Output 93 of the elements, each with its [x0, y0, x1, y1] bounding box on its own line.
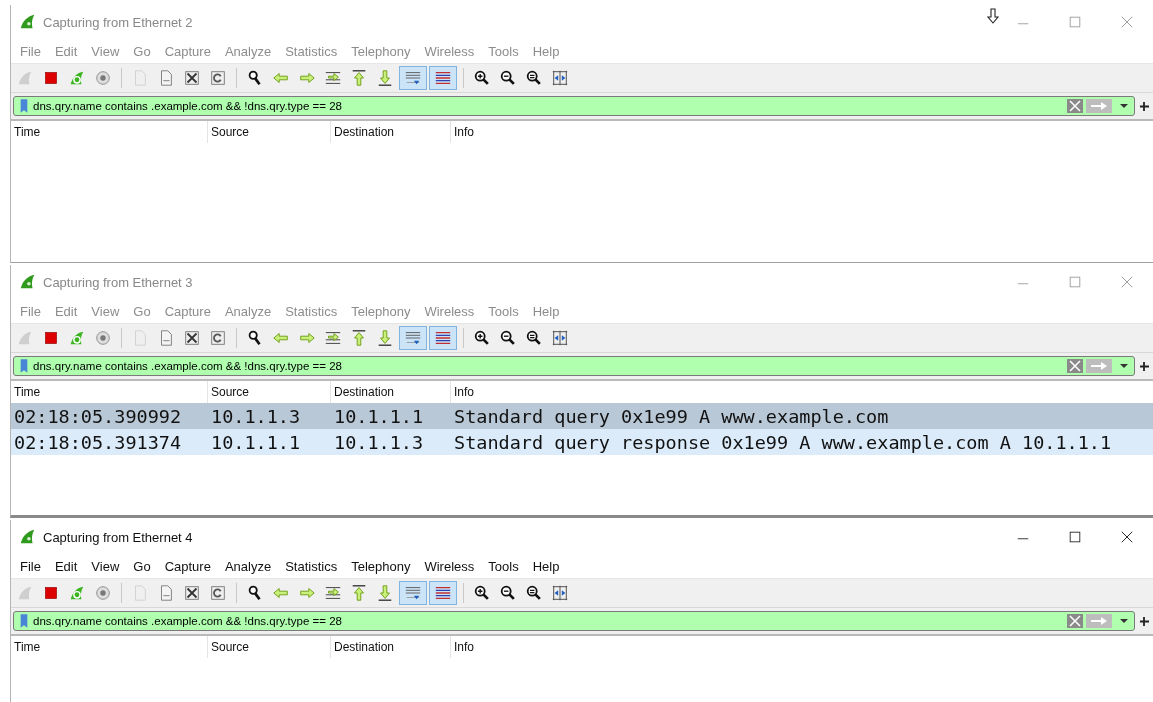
- window-title: Capturing from Ethernet 2: [43, 14, 193, 30]
- down-arrow-icon[interactable]: [376, 584, 394, 602]
- maximize-icon[interactable]: [1068, 530, 1082, 544]
- filter-text: dns.qry.name contains .example.com && !dns.qry.type == 28: [33, 100, 342, 112]
- filter-field[interactable]: dns.qry.name contains .example.com && !dns.qry.type == 28: [13, 611, 1135, 631]
- restart-icon[interactable]: [68, 69, 86, 87]
- resize-columns-icon[interactable]: [551, 69, 569, 87]
- clear-icon[interactable]: [1067, 614, 1083, 628]
- close-document-icon[interactable]: [183, 69, 201, 87]
- autoscroll-icon[interactable]: [404, 69, 422, 87]
- menu-item[interactable]: Wireless: [417, 558, 482, 574]
- menu-item[interactable]: Go: [126, 558, 158, 574]
- zoom-out-icon[interactable]: [499, 584, 517, 602]
- zoom-out-icon[interactable]: [499, 69, 517, 87]
- reload-document-icon[interactable]: [209, 584, 227, 602]
- resize-columns-icon[interactable]: [551, 329, 569, 347]
- column-header[interactable]: Source: [208, 636, 331, 658]
- filter-text: dns.qry.name contains .example.com && !dns.qry.type == 28: [33, 360, 342, 372]
- down-arrow-icon[interactable]: [376, 329, 394, 347]
- table-cell-text: 10.1.1.3: [210, 405, 302, 427]
- window-title: Capturing from Ethernet 3: [43, 274, 193, 290]
- autoscroll-icon[interactable]: [404, 329, 422, 347]
- bookmark-icon: [19, 98, 29, 114]
- restart-icon[interactable]: [68, 584, 86, 602]
- zoom-out-icon[interactable]: [499, 329, 517, 347]
- stop-icon[interactable]: [42, 329, 60, 347]
- up-arrow-icon[interactable]: [350, 69, 368, 87]
- colorize-icon[interactable]: [434, 329, 452, 347]
- menu-item[interactable]: Edit: [47, 558, 85, 574]
- shark-fin-icon: [19, 13, 37, 31]
- gear-icon[interactable]: [94, 69, 112, 87]
- reload-document-icon[interactable]: [209, 329, 227, 347]
- bookmark-icon: [19, 613, 29, 629]
- search-icon[interactable]: [246, 69, 264, 87]
- plus-icon[interactable]: [1140, 616, 1149, 626]
- filter-text: dns.qry.name contains .example.com && !dns.qry.type == 28: [33, 615, 342, 627]
- stop-icon[interactable]: [42, 69, 60, 87]
- stop-icon[interactable]: [42, 584, 60, 602]
- up-arrow-icon[interactable]: [350, 329, 368, 347]
- shark-fin-icon: [19, 528, 37, 546]
- down-arrow-icon[interactable]: [376, 69, 394, 87]
- zoom-in-icon[interactable]: [473, 584, 491, 602]
- jump-icon[interactable]: [324, 329, 342, 347]
- toggle-button[interactable]: [429, 581, 457, 605]
- dropdown-caret-icon[interactable]: [1120, 619, 1128, 623]
- window-title: Capturing from Ethernet 4: [43, 529, 193, 545]
- table-cell-text: 02:18:05.391374: [13, 431, 183, 453]
- search-icon[interactable]: [246, 584, 264, 602]
- table-cell-text: Standard query 0x1e99 A www.example.com: [453, 405, 890, 427]
- reload-document-icon[interactable]: [209, 69, 227, 87]
- zoom-reset-icon[interactable]: [525, 329, 543, 347]
- dropdown-caret-icon[interactable]: [1120, 364, 1128, 368]
- zoom-reset-icon[interactable]: [525, 69, 543, 87]
- table-cell-text: Standard query response 0x1e99 A www.example.com A 10.1.1.1: [453, 431, 1113, 453]
- toggle-button[interactable]: [399, 581, 427, 605]
- menu-item[interactable]: View: [84, 558, 127, 574]
- menu-item[interactable]: Telephony: [344, 558, 418, 574]
- menu-item[interactable]: Capture: [157, 558, 218, 574]
- colorize-icon[interactable]: [434, 584, 452, 602]
- gear-icon[interactable]: [94, 329, 112, 347]
- jump-icon[interactable]: [324, 69, 342, 87]
- table-cell-text: 10.1.1.1: [333, 405, 425, 427]
- cursor-icon: [987, 8, 999, 24]
- gear-icon[interactable]: [94, 584, 112, 602]
- zoom-in-icon[interactable]: [473, 69, 491, 87]
- column-header[interactable]: Time: [11, 636, 208, 658]
- search-icon[interactable]: [246, 329, 264, 347]
- menu-item[interactable]: Help: [525, 558, 567, 574]
- table-cell-text: 10.1.1.3: [333, 431, 425, 453]
- dropdown-caret-icon[interactable]: [1120, 104, 1128, 108]
- close-document-icon[interactable]: [183, 329, 201, 347]
- resize-columns-icon[interactable]: [551, 584, 569, 602]
- colorize-icon[interactable]: [434, 69, 452, 87]
- column-header[interactable]: Info: [451, 636, 1153, 658]
- restart-icon[interactable]: [68, 329, 86, 347]
- clear-icon[interactable]: [1067, 99, 1083, 113]
- table-cell-text: 10.1.1.1: [210, 431, 302, 453]
- zoom-in-icon[interactable]: [473, 329, 491, 347]
- menu-item[interactable]: File: [13, 558, 48, 574]
- bookmark-icon: [19, 358, 29, 374]
- column-header[interactable]: Destination: [331, 636, 451, 658]
- zoom-reset-icon[interactable]: [525, 584, 543, 602]
- menu-item[interactable]: Tools: [481, 558, 526, 574]
- menu-item[interactable]: Analyze: [217, 558, 279, 574]
- clear-icon[interactable]: [1067, 359, 1083, 373]
- menu-item[interactable]: Statistics: [278, 558, 345, 574]
- close-document-icon[interactable]: [183, 584, 201, 602]
- jump-icon[interactable]: [324, 584, 342, 602]
- up-arrow-icon[interactable]: [350, 584, 368, 602]
- shark-fin-icon: [19, 273, 37, 291]
- close-icon[interactable]: [1120, 530, 1134, 544]
- table-cell-text: 02:18:05.390992: [13, 405, 183, 427]
- autoscroll-icon[interactable]: [404, 584, 422, 602]
